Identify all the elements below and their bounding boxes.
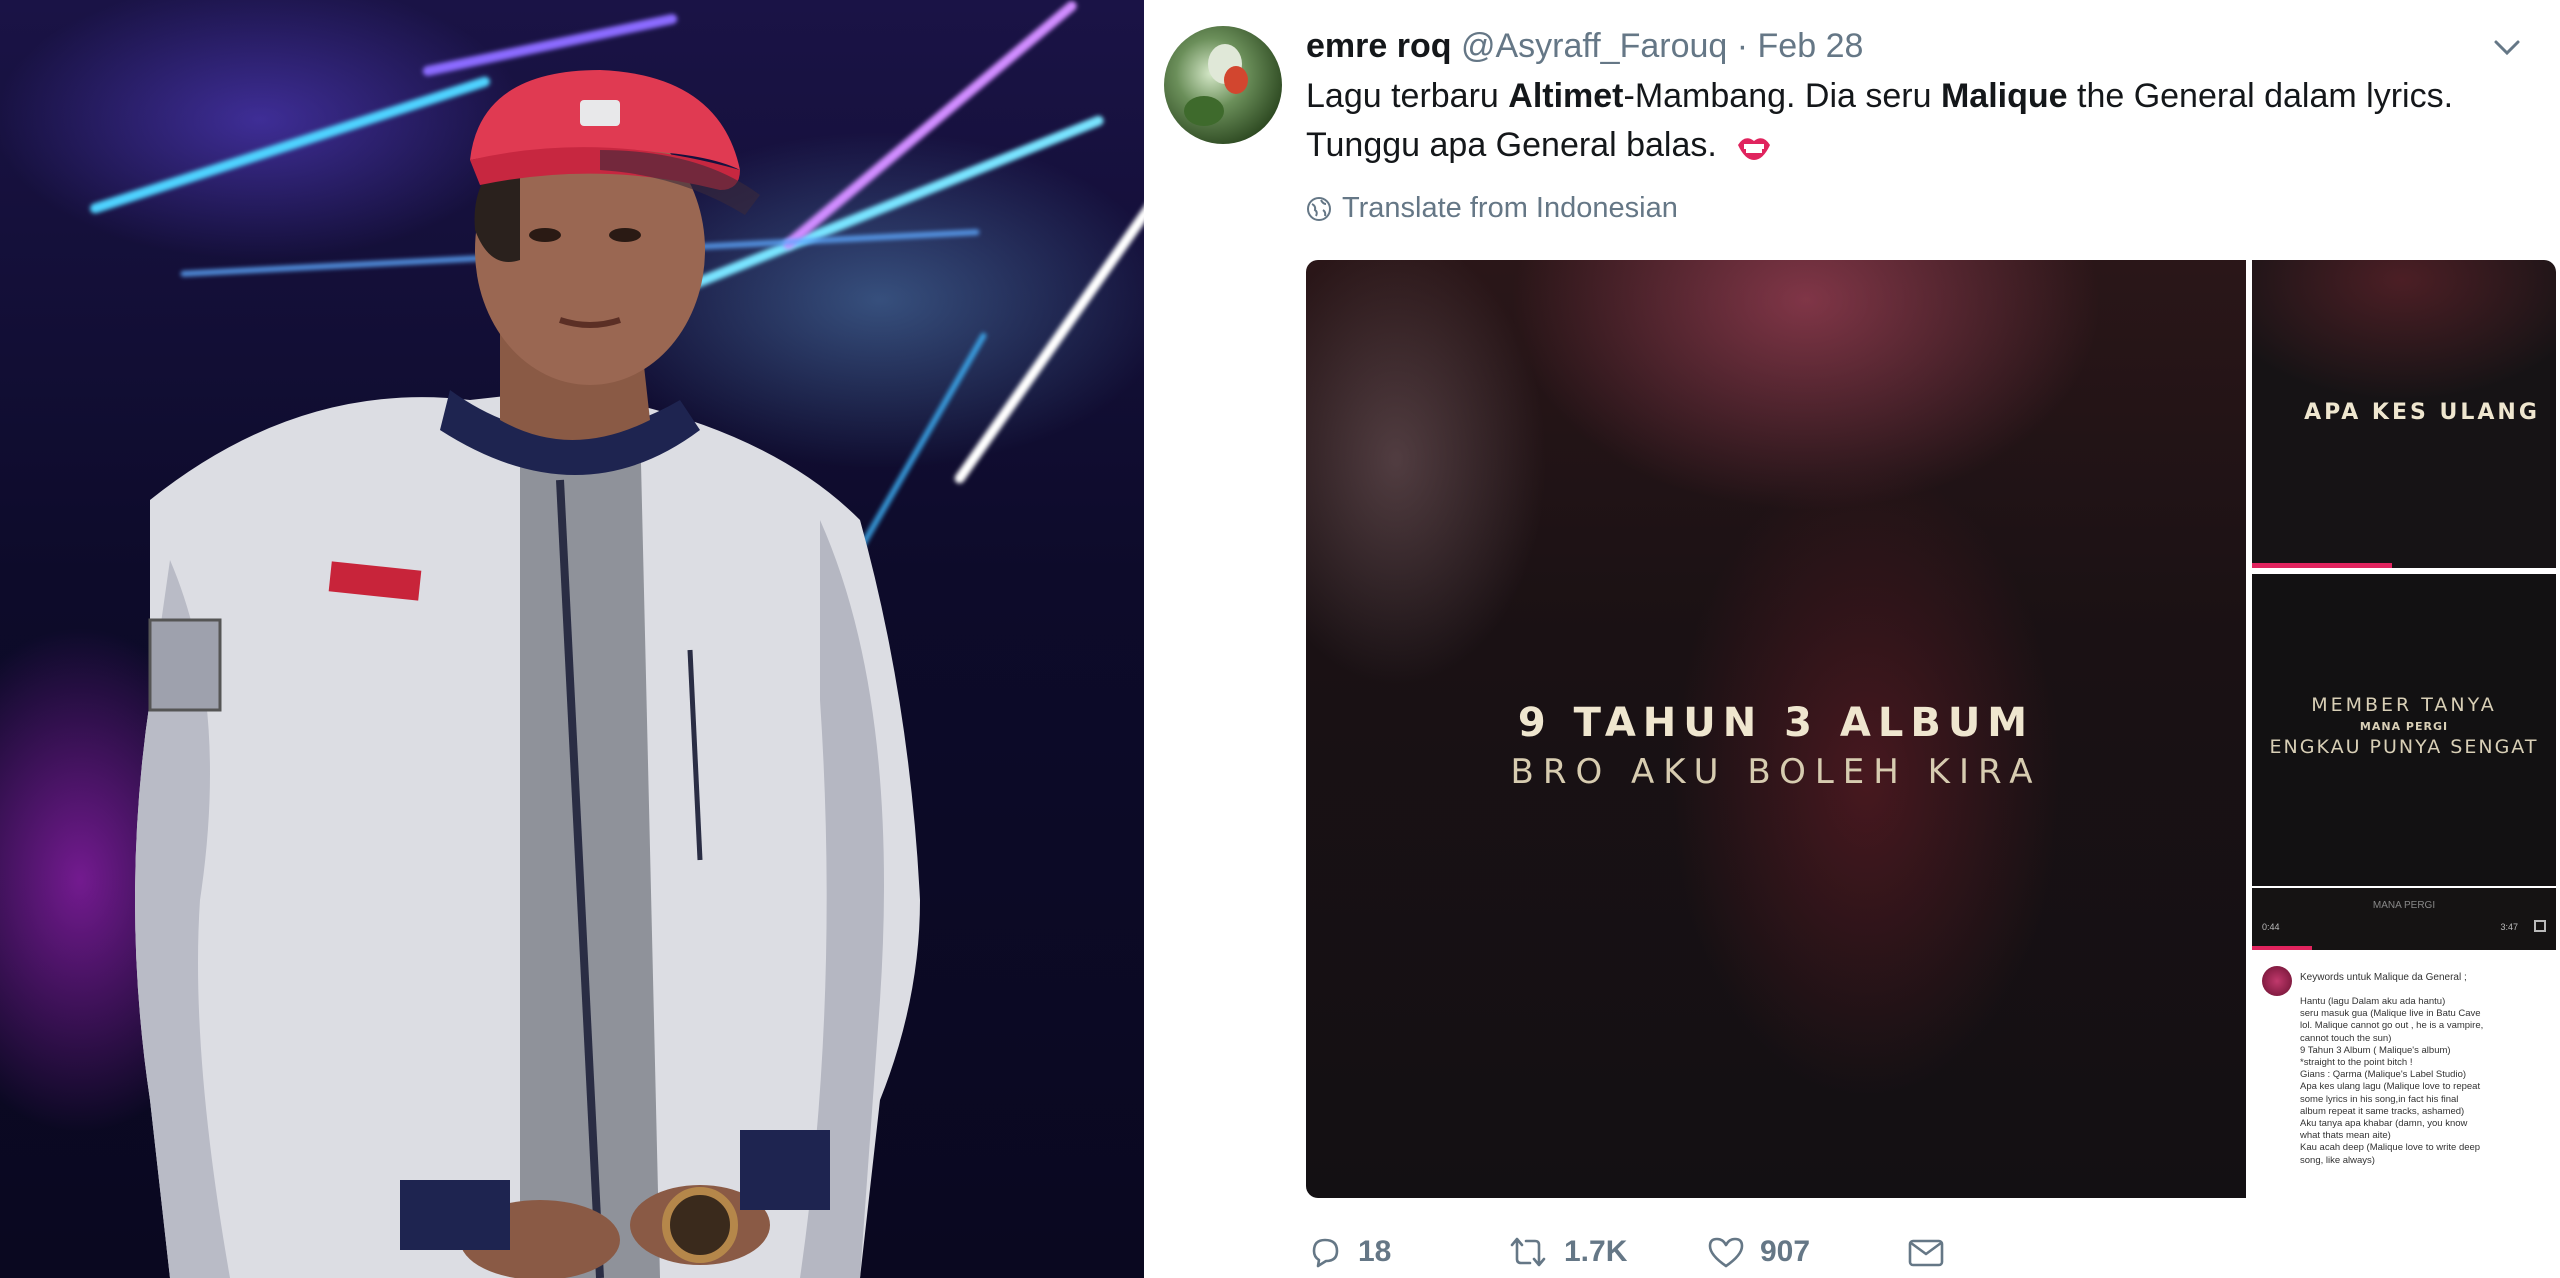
comment-line: some lyrics in his song,in fact his fina… — [2300, 1093, 2459, 1105]
media-image-main[interactable]: 9 TAHUN 3 ALBUM BRO AKU BOLEH KIRA — [1306, 260, 2246, 1198]
text-part: the General dalam lyrics. — [2067, 77, 2454, 115]
reply-button[interactable]: 18 — [1306, 1233, 1506, 1271]
commenter-avatar — [2262, 966, 2292, 996]
comment-line: Apa kes ulang lagu (Malique love to repe… — [2300, 1081, 2481, 1093]
comment-line: cannot touch the sun) — [2300, 1032, 2392, 1044]
comment-line: Gians : Qarma (Malique's Label Studio) — [2300, 1069, 2467, 1081]
media-grid: 9 TAHUN 3 ALBUM BRO AKU BOLEH KIRA APA K… — [1306, 260, 2556, 1200]
direct-message-button[interactable] — [1906, 1233, 1946, 1271]
comment-line: Kau acah deep (Malique love to write dee… — [2300, 1142, 2481, 1154]
author-name[interactable]: emre roq — [1306, 27, 1452, 65]
like-button[interactable]: 907 — [1706, 1233, 1906, 1271]
media-image-side-1[interactable]: APA KES ULANG — [2252, 260, 2556, 568]
video-caption: MANA PERGI — [2372, 900, 2436, 911]
tweet-header: emre roq @Asyraff_Farouq · Feb 28 — [1306, 22, 1863, 70]
profile-photo — [0, 0, 1144, 1278]
comment-line: 9 Tahun 3 Album ( Malique's album) — [2300, 1044, 2451, 1056]
text-part: -Mambang. Dia seru — [1623, 77, 1941, 115]
mention-altimet: Altimet — [1508, 77, 1624, 115]
video-caption-line1: MEMBER TANYA — [2311, 694, 2497, 716]
comment-line: *straight to the point bitch ! — [2300, 1057, 2413, 1069]
text-part: Lagu terbaru — [1306, 77, 1509, 115]
fullscreen-icon — [2534, 920, 2546, 932]
video-progress-bar — [2252, 946, 2312, 950]
comment-line: what thats mean aite) — [2300, 1130, 2391, 1142]
reply-icon — [1312, 1238, 1339, 1268]
video-time-total: 3:47 — [2500, 922, 2518, 932]
comment-line: lol. Malique cannot go out , he is a vam… — [2300, 1020, 2484, 1032]
video-time-elapsed: 0:44 — [2262, 922, 2280, 932]
mention-malique: Malique — [1940, 77, 2068, 115]
person-figure — [135, 70, 920, 1278]
tweet-date[interactable]: Feb 28 — [1758, 27, 1864, 65]
comment-line: Hantu (lagu Dalam aku ada hantu) — [2300, 996, 2446, 1007]
video-caption-line1: 9 TAHUN 3 ALBUM — [1517, 700, 2035, 746]
comment-body: Hantu (lagu Dalam aku ada hantu) seru ma… — [2300, 996, 2550, 1167]
separator: · — [1736, 27, 1749, 65]
comment-line: seru masuk gua (Malique live in Batu Cav… — [2300, 1008, 2481, 1020]
tweet-text: Lagu terbaru Altimet-Mambang. Dia seru M… — [1306, 72, 2526, 170]
media-image-side-2[interactable]: MEMBER TANYA MANA PERGI ENGKAU PUNYA SEN… — [2252, 574, 2556, 886]
comment-line: song, like always) — [2300, 1154, 2375, 1166]
heart-icon — [1708, 1237, 1744, 1268]
video-caption: APA KES ULANG — [2304, 400, 2540, 425]
retweet-count: 1.7K — [1564, 1235, 1628, 1268]
reply-count: 18 — [1358, 1235, 1392, 1268]
translate-link[interactable]: Translate from Indonesian — [1306, 192, 1678, 225]
retweet-icon — [1510, 1237, 1546, 1267]
media-image-side-3[interactable]: MANA PERGI 0:44 3:47 Keywords untuk Mali… — [2252, 888, 2556, 1198]
text-part: Tunggu apa General balas. — [1306, 126, 1717, 164]
tweet-actions: 18 1.7K 907 — [1306, 1228, 1946, 1276]
comment-heading: Keywords untuk Malique da General ; — [2300, 972, 2467, 983]
video-caption-line2: MANA PERGI — [2359, 720, 2449, 733]
author-handle[interactable]: @Asyraff_Farouq — [1461, 27, 1727, 65]
comment-line: Aku tanya apa khabar (damn, you know — [2300, 1118, 2468, 1130]
video-caption-line2: BRO AKU BOLEH KIRA — [1510, 752, 2042, 792]
retweet-button[interactable]: 1.7K — [1506, 1233, 1706, 1271]
translate-label[interactable]: Translate from Indonesian — [1342, 192, 1678, 225]
tweet-card[interactable]: emre roq @Asyraff_Farouq · Feb 28 Lagu t… — [1148, 0, 2560, 1278]
lips-emoji-icon — [1738, 138, 1771, 161]
comment-line: album repeat it same tracks, ashamed) — [2300, 1105, 2465, 1117]
globe-icon — [1307, 196, 1331, 221]
like-count: 907 — [1760, 1235, 1811, 1268]
video-caption-line3: ENGKAU PUNYA SENGAT — [2269, 736, 2539, 758]
mail-icon — [1908, 1239, 1944, 1267]
author-avatar[interactable] — [1164, 26, 1282, 144]
video-progress-bar — [2252, 563, 2392, 568]
video-player-bar: MANA PERGI 0:44 3:47 — [2252, 888, 2556, 950]
chevron-down-icon[interactable] — [2490, 30, 2524, 64]
